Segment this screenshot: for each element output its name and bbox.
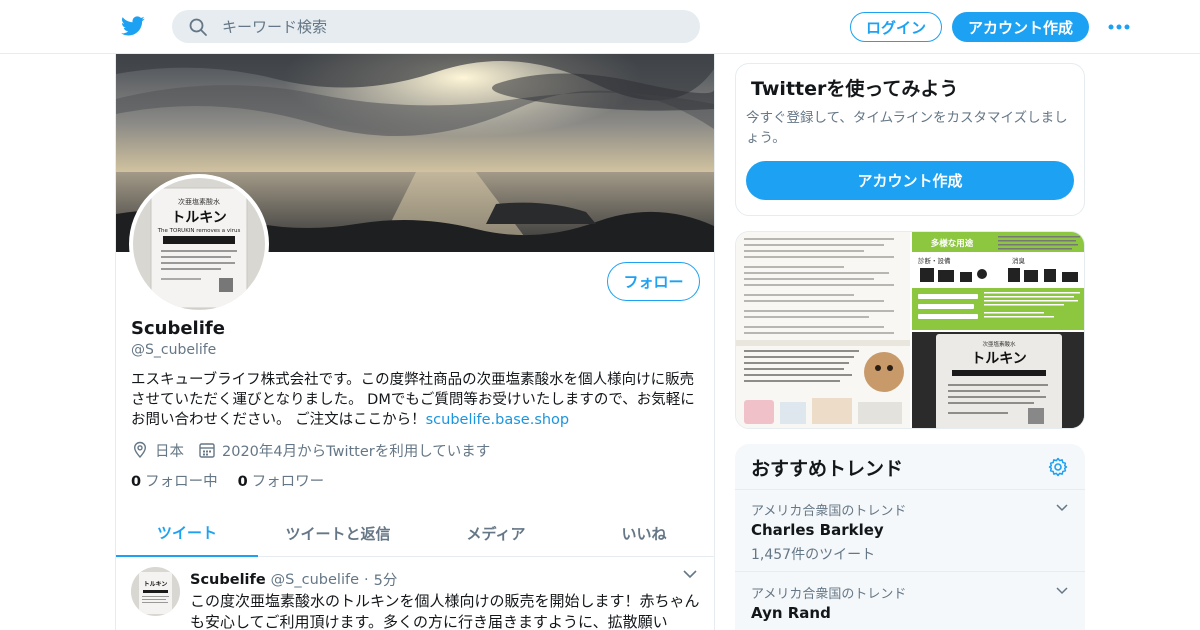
signup-card: Twitterを使ってみよう 今すぐ登録して、タイムラインをカスタマイズしましょ… — [735, 63, 1085, 216]
media-thumbnail-flyer[interactable] — [736, 232, 910, 429]
search-input[interactable] — [222, 10, 682, 43]
follow-button[interactable]: フォロー — [607, 262, 700, 301]
trends-header: おすすめトレンド — [735, 444, 1085, 490]
svg-text:次亜塩素酸水: 次亜塩素酸水 — [178, 197, 220, 206]
media-product-title: トルキン — [971, 351, 1027, 367]
chevron-down-icon[interactable] — [1055, 585, 1069, 597]
tweet-header: Scubelife @S_cubelife · 5分 — [190, 569, 397, 590]
profile-meta: 日本 2020年4月からTwitterを利用しています — [131, 440, 504, 460]
media-grid: 多様な用途 診断・設備 消臭 次亜塩素酸水 トルキン — [735, 231, 1085, 429]
trend-tweet-count: 1,457件のツイート — [751, 547, 876, 563]
trend-item[interactable]: アメリカ合衆国のトレンド Ayn Rand — [735, 573, 1085, 630]
profile-handle: @S_cubelife — [131, 342, 217, 358]
profile-bio-text: エスキューブライフ株式会社です。この度弊社商品の次亜塩素酸水を個人様向けに販売さ… — [131, 372, 695, 428]
media-uses-sub1: 診断・設備 — [918, 256, 951, 265]
more-options-icon[interactable] — [1106, 17, 1132, 37]
followers-label: フォロワー — [251, 474, 325, 490]
location-pin-icon — [133, 441, 147, 459]
tab-tweets-and-replies[interactable]: ツイートと返信 — [258, 510, 418, 557]
media-thumbnail-uses[interactable]: 多様な用途 診断・設備 消臭 — [912, 232, 1085, 330]
profile-avatar[interactable]: 次亜塩素酸水 トルキン The TORUKIN removes a virus — [129, 174, 269, 314]
trend-location: アメリカ合衆国のトレンド — [751, 587, 907, 602]
profile-location: 日本 — [155, 443, 184, 460]
followers-count: 0 — [237, 474, 248, 490]
profile-column: 次亜塩素酸水 トルキン The TORUKIN removes a virus … — [115, 54, 715, 630]
svg-text:The TORUKIN removes a virus: The TORUKIN removes a virus — [157, 228, 241, 234]
signup-card-description: 今すぐ登録して、タイムラインをカスタマイズしましょう。 — [746, 110, 1068, 146]
trends-title: おすすめトレンド — [751, 458, 904, 480]
twitter-bird-logo-icon[interactable] — [120, 14, 146, 38]
media-uses-title: 多様な用途 — [931, 238, 974, 249]
top-navigation-bar: ログイン アカウント作成 — [0, 0, 1200, 54]
tweet-separator: · — [364, 571, 369, 588]
search-box[interactable] — [172, 10, 700, 43]
tab-likes[interactable]: いいね — [574, 510, 714, 557]
tweet-author-name[interactable]: Scubelife — [190, 572, 266, 588]
followers-link[interactable]: 0 フォロワー — [238, 470, 325, 491]
profile-name[interactable]: Scubelife — [131, 318, 225, 339]
profile-counts: 0 フォロー中 0 フォロワー — [131, 470, 344, 491]
profile-tabs: ツイート ツイートと返信 メディア いいね — [116, 510, 714, 557]
svg-text:トルキン: トルキン — [171, 210, 227, 226]
media-uses-sub2: 消臭 — [1012, 256, 1026, 265]
tweet-avatar[interactable]: トルキン — [131, 567, 180, 616]
svg-text:次亜塩素酸水: 次亜塩素酸水 — [982, 340, 1016, 348]
calendar-icon — [199, 443, 215, 458]
following-label: フォロー中 — [145, 474, 218, 490]
login-button[interactable]: ログイン — [850, 12, 942, 42]
trend-location: アメリカ合衆国のトレンド — [751, 504, 907, 519]
search-icon — [189, 18, 207, 36]
profile-bio-link[interactable]: scubelife.base.shop — [426, 412, 570, 428]
tab-tweets[interactable]: ツイート — [116, 510, 258, 557]
signup-card-title: Twitterを使ってみよう — [751, 78, 959, 100]
trend-item[interactable]: アメリカ合衆国のトレンド Charles Barkley 1,457件のツイート — [735, 490, 1085, 572]
joined-item: 2020年4月からTwitterを利用しています — [198, 440, 490, 461]
gear-icon[interactable] — [1048, 457, 1068, 477]
signup-card-button[interactable]: アカウント作成 — [746, 161, 1074, 200]
trend-topic: Charles Barkley — [751, 521, 884, 539]
following-link[interactable]: 0 フォロー中 — [131, 470, 218, 491]
tweet-item[interactable]: トルキン Scubelife @S_cubelife · 5分 この度次亜塩素酸… — [116, 557, 714, 630]
svg-text:トルキン: トルキン — [144, 581, 168, 588]
profile-bio: エスキューブライフ株式会社です。この度弊社商品の次亜塩素酸水を個人様向けに販売さ… — [131, 370, 703, 430]
tweet-author-handle: @S_cubelife — [270, 571, 359, 588]
profile-joined: 2020年4月からTwitterを利用しています — [222, 443, 491, 460]
trends-card: おすすめトレンド アメリカ合衆国のトレンド Charles Barkley 1,… — [735, 444, 1085, 630]
chevron-down-icon[interactable] — [1055, 502, 1069, 514]
trend-topic: Ayn Rand — [751, 604, 831, 622]
chevron-down-icon[interactable] — [682, 567, 698, 581]
location-item: 日本 — [131, 440, 184, 461]
signup-button[interactable]: アカウント作成 — [952, 12, 1089, 42]
tweet-time[interactable]: 5分 — [374, 569, 398, 590]
tab-media[interactable]: メディア — [418, 510, 574, 557]
tweet-text: この度次亜塩素酸水のトルキンを個人様向けの販売を開始します！赤ちゃんも安心してご… — [190, 592, 700, 630]
following-count: 0 — [131, 474, 142, 490]
media-thumbnail-product[interactable]: 次亜塩素酸水 トルキン — [912, 332, 1085, 429]
